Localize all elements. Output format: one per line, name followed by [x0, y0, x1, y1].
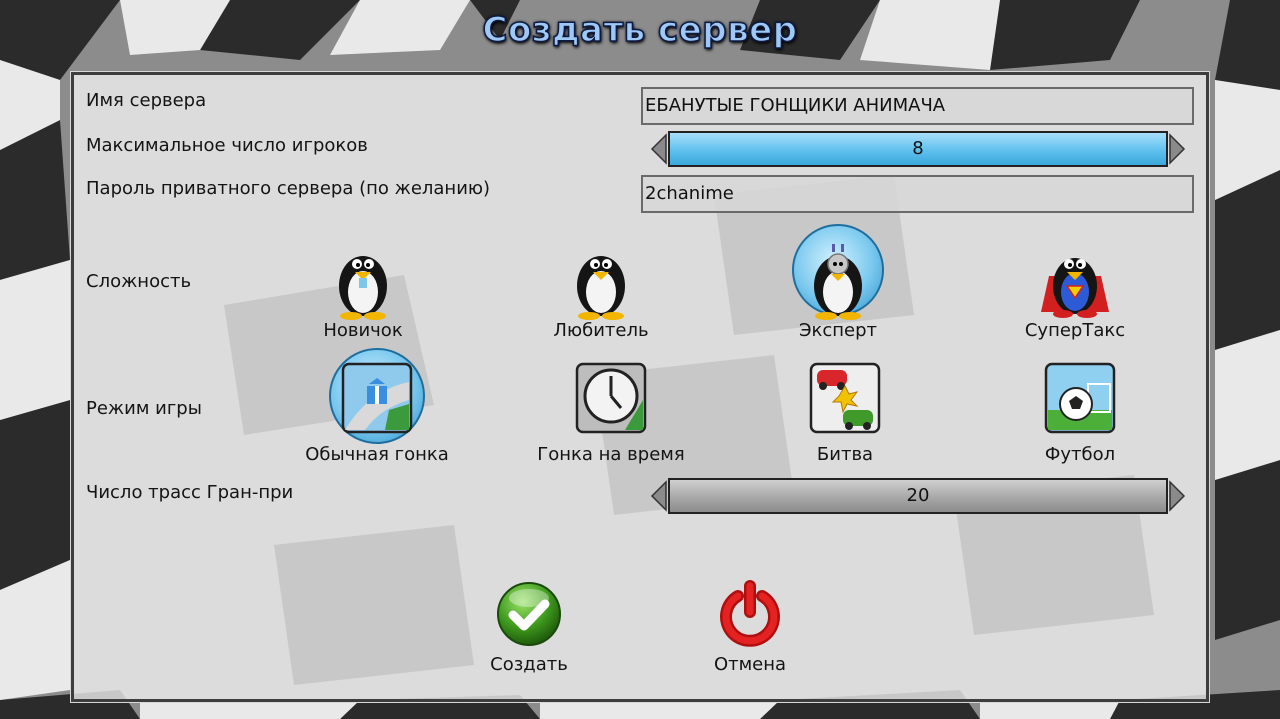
- game-mode-soccer-label: Футбол: [1044, 444, 1116, 465]
- normal-race-icon: [341, 362, 413, 434]
- penguin-beginner-icon: [339, 256, 387, 320]
- max-players-value: 8: [668, 131, 1168, 167]
- difficulty-expert[interactable]: Эксперт: [748, 224, 928, 341]
- spinner-right-arrow-icon[interactable]: [1168, 480, 1186, 512]
- gp-tracks-value: 20: [668, 478, 1168, 514]
- penguin-amateur-icon: [577, 256, 625, 320]
- game-mode-normal-race-label: Обычная гонка: [305, 444, 449, 465]
- difficulty-novice[interactable]: Новичок: [273, 240, 453, 341]
- gp-tracks-label: Число трасс Гран-при: [86, 482, 294, 503]
- penguin-expert-icon: [814, 244, 862, 320]
- game-mode-label: Режим игры: [86, 398, 202, 419]
- game-mode-battle-label: Битва: [816, 444, 874, 465]
- checkmark-icon: [497, 582, 561, 646]
- difficulty-label: Сложность: [86, 271, 192, 292]
- cancel-button-label: Отмена: [713, 654, 787, 675]
- soccer-ball-icon: [1044, 362, 1116, 434]
- power-icon: [720, 580, 780, 647]
- penguin-superhero-icon: [1041, 258, 1109, 318]
- difficulty-supertux-label: СуперТакс: [1024, 320, 1126, 341]
- difficulty-novice-label: Новичок: [323, 320, 403, 341]
- battle-icon: [809, 362, 881, 434]
- game-mode-battle[interactable]: Битва: [755, 350, 935, 465]
- spinner-right-arrow-icon[interactable]: [1168, 133, 1186, 165]
- server-name-input[interactable]: ЕБАНУТЫЕ ГОНЩИКИ АНИМАЧА: [641, 87, 1194, 125]
- password-input[interactable]: 2chanime: [641, 175, 1194, 213]
- clock-icon: [575, 362, 647, 434]
- spinner-left-arrow-icon[interactable]: [650, 480, 668, 512]
- cancel-button[interactable]: Отмена: [670, 580, 830, 675]
- server-name-label: Имя сервера: [86, 90, 207, 111]
- create-button-label: Создать: [490, 654, 568, 675]
- game-mode-soccer[interactable]: Футбол: [990, 350, 1170, 465]
- page-title: Создать сервер: [482, 9, 798, 51]
- difficulty-amateur[interactable]: Любитель: [511, 240, 691, 341]
- max-players-spinner[interactable]: 8: [650, 131, 1186, 167]
- max-players-label: Максимальное число игроков: [86, 135, 368, 156]
- game-mode-normal-race[interactable]: Обычная гонка: [287, 348, 467, 465]
- difficulty-amateur-label: Любитель: [553, 320, 649, 341]
- difficulty-supertux[interactable]: СуперТакс: [985, 240, 1165, 341]
- password-label: Пароль приватного сервера (по желанию): [86, 178, 491, 199]
- gp-tracks-spinner[interactable]: 20: [650, 478, 1186, 514]
- game-mode-time-trial[interactable]: Гонка на время: [521, 350, 701, 465]
- difficulty-expert-label: Эксперт: [798, 320, 878, 341]
- game-mode-time-trial-label: Гонка на время: [537, 444, 685, 465]
- spinner-left-arrow-icon[interactable]: [650, 133, 668, 165]
- create-button[interactable]: Создать: [449, 580, 609, 675]
